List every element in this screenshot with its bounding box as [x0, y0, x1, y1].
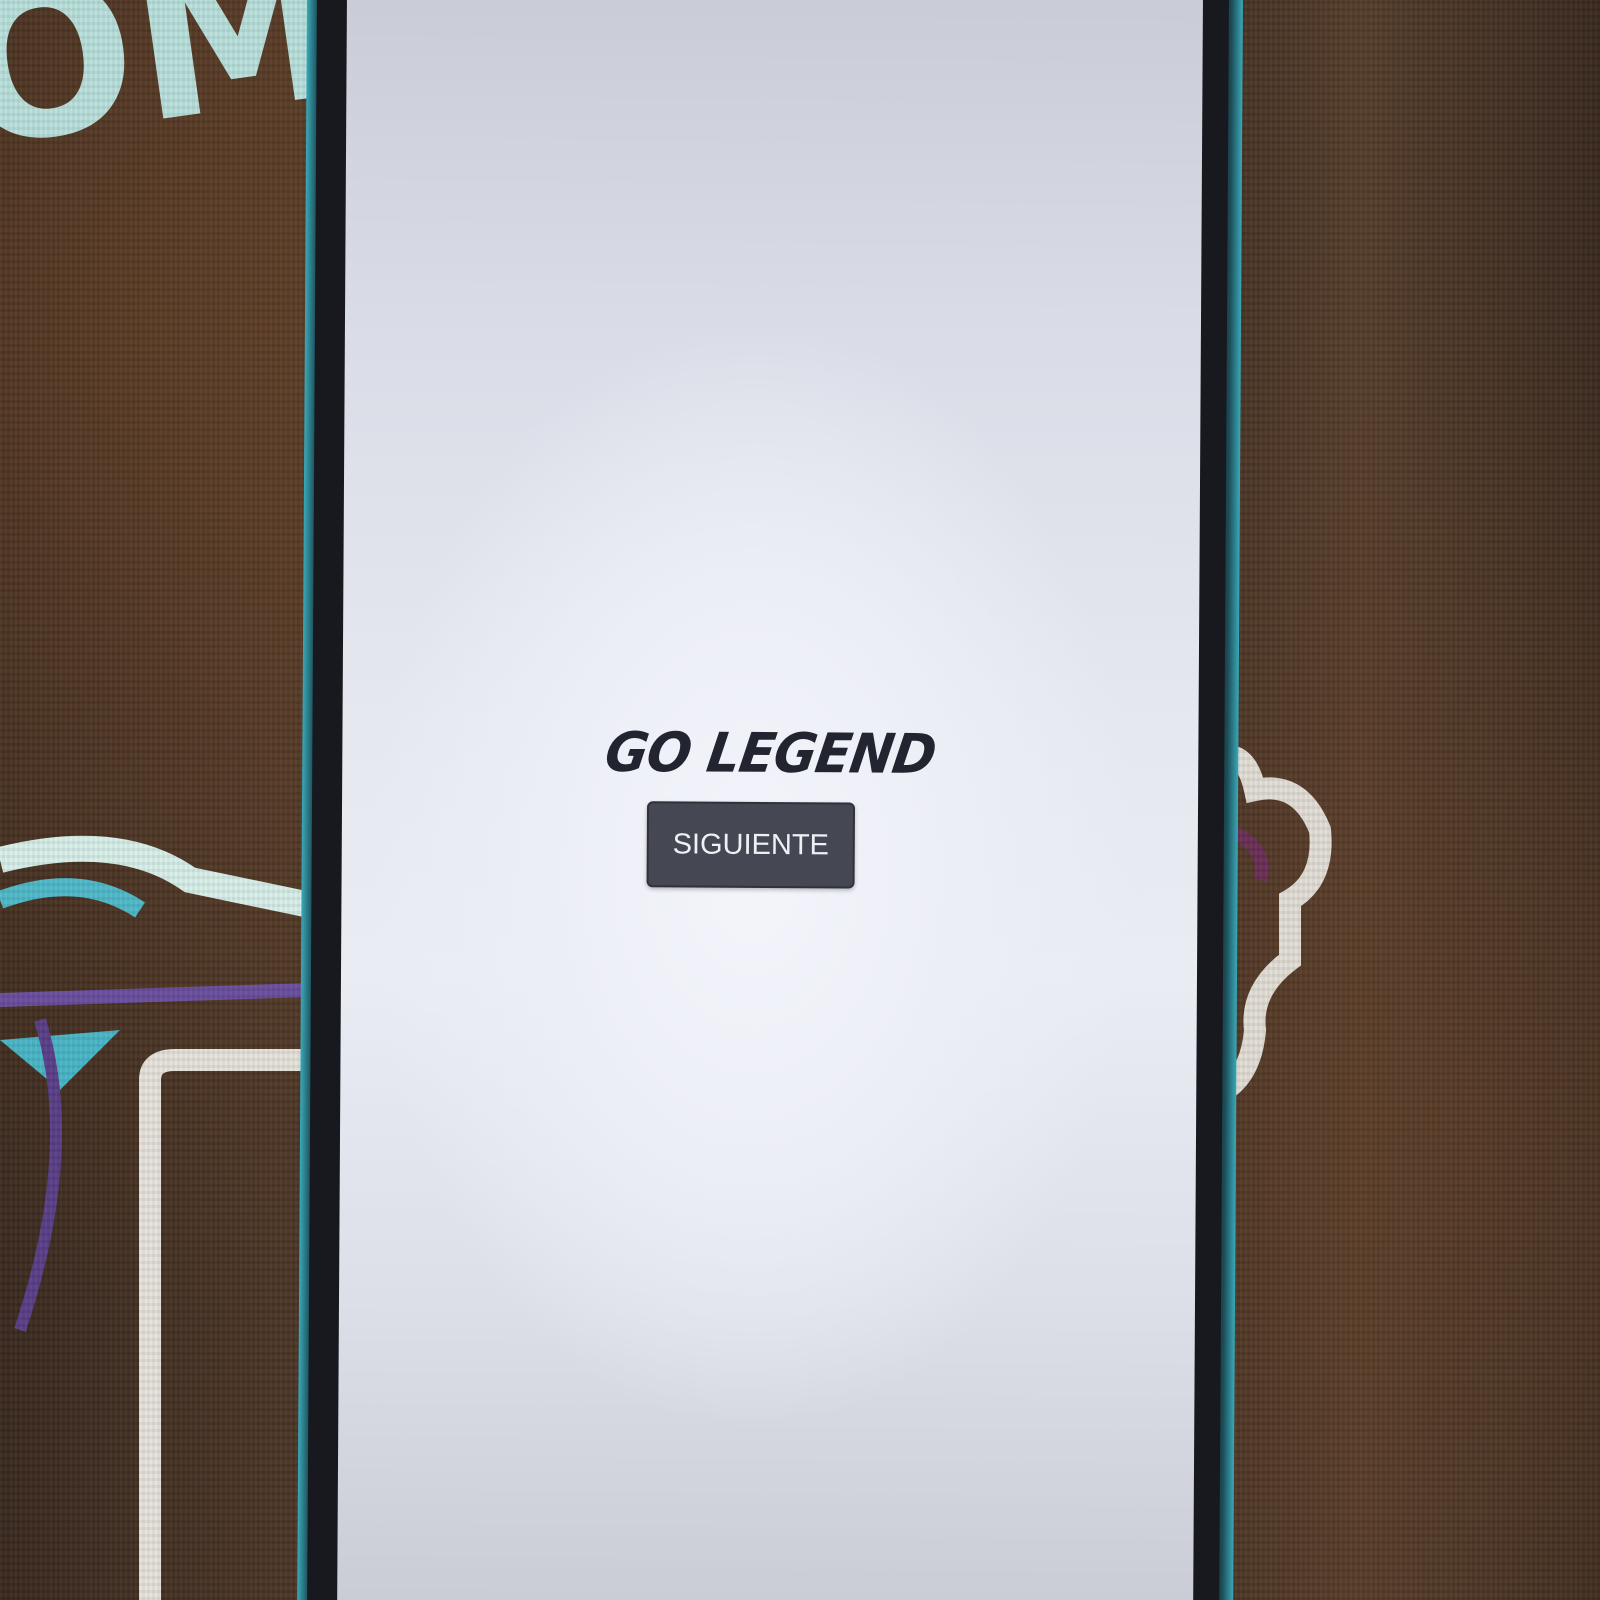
photo-scene: OMM GO LEGEND SIGUIENTE [0, 0, 1600, 1600]
app-splash-screen: GO LEGEND SIGUIENTE [337, 0, 1203, 1600]
app-logo: GO LEGEND [600, 721, 940, 787]
next-button[interactable]: SIGUIENTE [646, 801, 856, 889]
phone-screen: GO LEGEND SIGUIENTE [336, 0, 1204, 1600]
